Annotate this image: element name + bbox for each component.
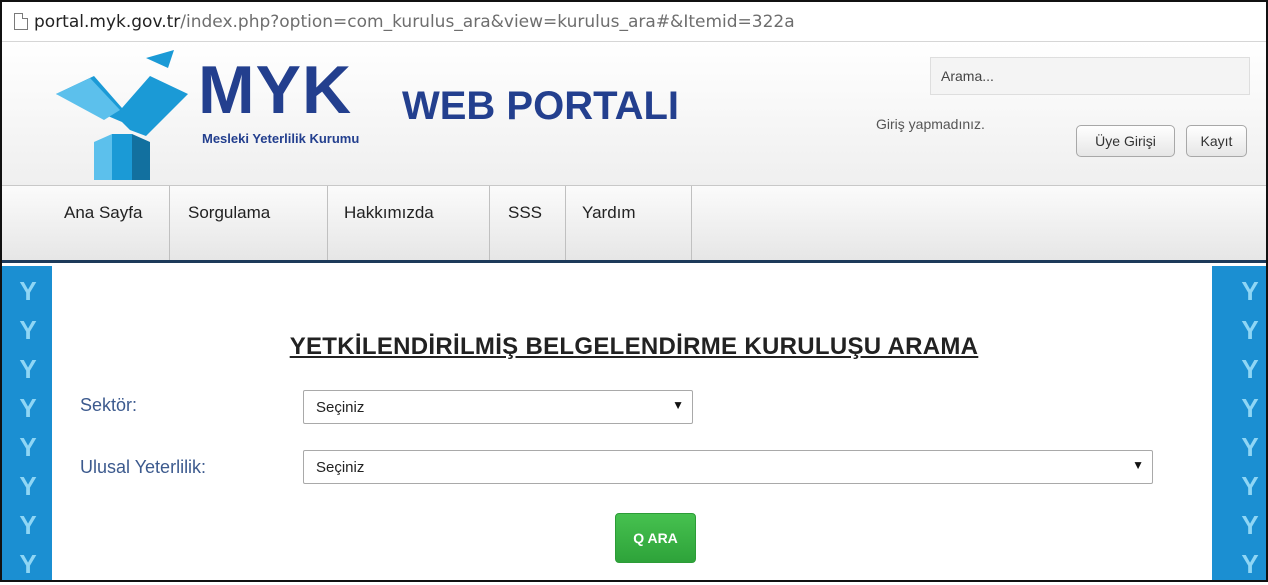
qualification-select-value: Seçiniz (316, 459, 365, 476)
pattern-right-icon: YYYYYYYY (1241, 276, 1259, 579)
main-nav: Ana Sayfa Sorgulama Hakkımızda SSS Yardı… (2, 186, 1266, 263)
org-name: Mesleki Yeterlilik Kurumu (202, 131, 360, 146)
search-input[interactable] (930, 57, 1250, 95)
chevron-down-icon: ▼ (1132, 458, 1144, 472)
sector-select[interactable]: Seçiniz ▼ (303, 390, 693, 424)
url-text[interactable]: portal.myk.gov.tr/index.php?option=com_k… (34, 12, 795, 32)
nav-item-yardim[interactable]: Yardım (566, 186, 692, 260)
sector-select-value: Seçiniz (316, 399, 365, 416)
nav-item-ana-sayfa[interactable]: Ana Sayfa (52, 186, 170, 260)
logo-subtitle: WEB PORTALI (402, 84, 680, 128)
chevron-down-icon: ▼ (672, 398, 684, 412)
nav-item-hakkimizda[interactable]: Hakkımızda (328, 186, 490, 260)
page-title: YETKİLENDİRİLMİŞ BELGELENDİRME KURULUŞU … (289, 333, 979, 360)
page-icon (14, 13, 28, 30)
qualification-label: Ulusal Yeterlilik: (80, 457, 207, 477)
sector-label: Sektör: (80, 395, 138, 415)
address-bar[interactable]: portal.myk.gov.tr/index.php?option=com_k… (2, 2, 1266, 42)
pattern-left-icon: YYYYYYYY (19, 276, 37, 579)
url-domain: portal.myk.gov.tr (34, 11, 181, 32)
nav-item-sss[interactable]: SSS (490, 186, 566, 260)
login-button[interactable]: Üye Girişi (1076, 125, 1175, 157)
url-path: /index.php?option=com_kurulus_ara&view=k… (180, 11, 795, 32)
qualification-select[interactable]: Seçiniz ▼ (303, 450, 1153, 484)
nav-item-sorgulama[interactable]: Sorgulama (170, 186, 328, 260)
search-button[interactable]: Q ARA (615, 513, 696, 563)
browser-window: portal.myk.gov.tr/index.php?option=com_k… (0, 0, 1268, 582)
logo-text: MYK (198, 52, 353, 128)
site-header: MYK WEB PORTALI Mesleki Yeterlilik Kurum… (2, 42, 1266, 186)
myk-logo-icon[interactable] (50, 50, 190, 180)
register-button[interactable]: Kayıt (1186, 125, 1247, 157)
login-status: Giriş yapmadınız. (876, 116, 985, 132)
